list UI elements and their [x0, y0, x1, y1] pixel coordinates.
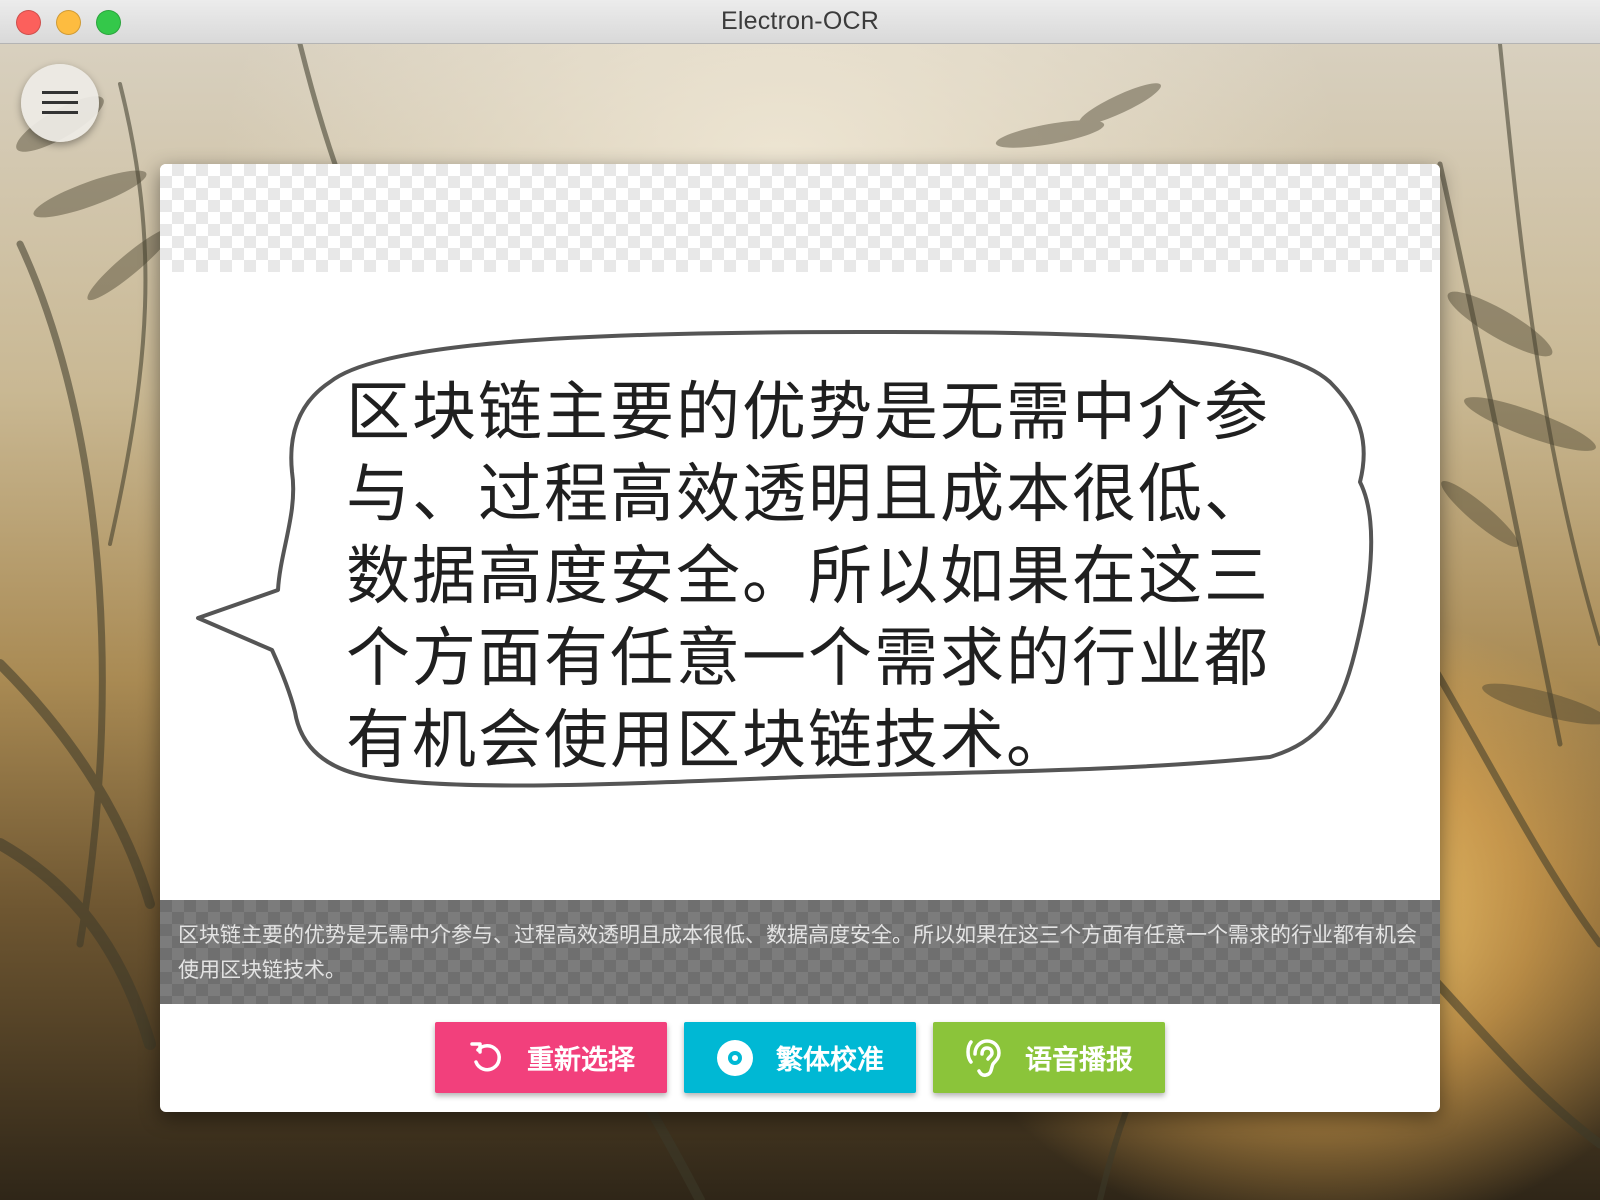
- ocr-result-panel: 区块链主要的优势是无需中介参与、过程高效透明且成本很低、数据高度安全。所以如果在…: [160, 900, 1440, 1004]
- hamburger-icon: [42, 91, 78, 114]
- source-image-text: 区块链主要的优势是无需中介参与、过程高效透明且成本很低、数据高度安全。所以如果在…: [346, 376, 1270, 778]
- rotate-left-icon: [467, 1039, 505, 1077]
- reselect-button[interactable]: 重新选择: [435, 1022, 667, 1093]
- ocr-card: 区块链主要的优势是无需中介参与、过程高效透明且成本很低、数据高度安全。所以如果在…: [160, 164, 1440, 1112]
- window-title: Electron-OCR: [721, 7, 879, 35]
- source-image-preview: 区块链主要的优势是无需中介参与、过程高效透明且成本很低、数据高度安全。所以如果在…: [160, 164, 1440, 1004]
- window-titlebar: Electron-OCR: [0, 0, 1600, 44]
- traditional-calibrate-button[interactable]: 繁体校准: [684, 1022, 916, 1093]
- minimize-window-button[interactable]: [56, 10, 81, 35]
- disc-icon: [716, 1039, 754, 1077]
- speech-playback-button-label: 语音播报: [1025, 1045, 1133, 1076]
- speech-playback-button[interactable]: 语音播报: [933, 1022, 1165, 1093]
- reselect-button-label: 重新选择: [527, 1045, 635, 1076]
- window-controls: [16, 10, 121, 35]
- menu-button[interactable]: [21, 64, 99, 142]
- traditional-calibrate-button-label: 繁体校准: [776, 1045, 884, 1076]
- hearing-icon: [965, 1038, 1003, 1077]
- close-window-button[interactable]: [16, 10, 41, 35]
- ocr-result-text: 区块链主要的优势是无需中介参与、过程高效透明且成本很低、数据高度安全。所以如果在…: [178, 923, 1417, 982]
- maximize-window-button[interactable]: [96, 10, 121, 35]
- action-bar: 重新选择 繁体校准 语音播报: [160, 1022, 1440, 1094]
- transparent-region: [160, 164, 1440, 272]
